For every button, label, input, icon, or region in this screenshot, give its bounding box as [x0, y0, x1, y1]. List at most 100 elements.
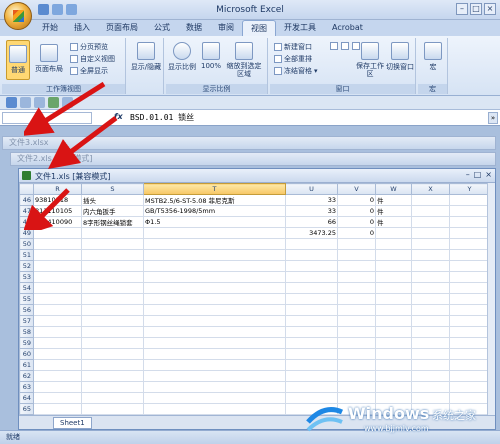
row-header[interactable]: 53: [19, 271, 34, 283]
table-cell[interactable]: [411, 337, 450, 349]
table-cell[interactable]: [411, 260, 450, 272]
table-cell[interactable]: [449, 194, 490, 206]
table-cell[interactable]: [285, 293, 338, 305]
zoom-button[interactable]: 显示比例: [166, 42, 198, 82]
table-cell[interactable]: [143, 238, 286, 250]
table-cell[interactable]: [81, 282, 144, 294]
table-cell[interactable]: [411, 348, 450, 360]
table-cell[interactable]: [375, 293, 412, 305]
table-cell[interactable]: [33, 370, 82, 382]
table-cell[interactable]: [143, 271, 286, 283]
table-cell[interactable]: [285, 282, 338, 294]
table-cell[interactable]: [337, 381, 376, 393]
table-cell[interactable]: [285, 304, 338, 316]
table-cell[interactable]: [285, 238, 338, 250]
table-cell[interactable]: [143, 293, 286, 305]
full-screen-button[interactable]: 全屏显示: [70, 66, 108, 76]
table-cell[interactable]: 0: [337, 227, 376, 239]
table-cell[interactable]: [81, 381, 144, 393]
table-cell[interactable]: [337, 271, 376, 283]
split-icon[interactable]: [330, 42, 338, 50]
save-workspace-button[interactable]: 保存工作区: [356, 42, 384, 82]
table-cell[interactable]: [411, 205, 450, 217]
table-cell[interactable]: [411, 326, 450, 338]
table-cell[interactable]: [411, 282, 450, 294]
table-cell[interactable]: 3473.25: [285, 227, 338, 239]
table-cell[interactable]: [143, 370, 286, 382]
table-cell[interactable]: [375, 260, 412, 272]
table-cell[interactable]: [337, 370, 376, 382]
table-cell[interactable]: [285, 337, 338, 349]
arrange-all-button[interactable]: 全部重排: [274, 54, 312, 64]
table-cell[interactable]: [411, 194, 450, 206]
table-cell[interactable]: [337, 293, 376, 305]
table-cell[interactable]: 件: [375, 216, 412, 228]
table-cell[interactable]: Φ1.5: [143, 216, 286, 228]
table-cell[interactable]: [375, 271, 412, 283]
table-cell[interactable]: 0: [337, 205, 376, 217]
table-cell[interactable]: [449, 227, 490, 239]
vertical-scrollbar[interactable]: [487, 183, 495, 417]
custom-views-button[interactable]: 自定义视图: [70, 54, 115, 64]
table-cell[interactable]: [33, 282, 82, 294]
table-cell[interactable]: [449, 359, 490, 371]
save-icon[interactable]: [6, 97, 17, 108]
table-cell[interactable]: [33, 392, 82, 404]
expand-formula-icon[interactable]: »: [488, 112, 498, 124]
table-cell[interactable]: [143, 403, 286, 415]
show-hide-button[interactable]: 显示/隐藏: [130, 42, 162, 82]
table-cell[interactable]: [449, 205, 490, 217]
table-cell[interactable]: [143, 304, 286, 316]
table-cell[interactable]: [285, 359, 338, 371]
table-cell[interactable]: [285, 271, 338, 283]
table-cell[interactable]: [337, 315, 376, 327]
tab-home[interactable]: 开始: [34, 20, 66, 36]
table-cell[interactable]: [337, 249, 376, 261]
table-cell[interactable]: [81, 260, 144, 272]
column-header[interactable]: T: [143, 183, 286, 195]
table-cell[interactable]: [411, 370, 450, 382]
tab-page-layout[interactable]: 页面布局: [98, 20, 146, 36]
column-header[interactable]: U: [285, 183, 338, 195]
table-cell[interactable]: [411, 227, 450, 239]
hide-icon[interactable]: [341, 42, 349, 50]
table-cell[interactable]: [449, 370, 490, 382]
table-cell[interactable]: [375, 227, 412, 239]
table-cell[interactable]: [375, 282, 412, 294]
close-icon[interactable]: ×: [484, 3, 496, 15]
table-cell[interactable]: [337, 348, 376, 360]
table-cell[interactable]: [33, 315, 82, 327]
table-cell[interactable]: [33, 348, 82, 360]
table-cell[interactable]: [81, 370, 144, 382]
table-cell[interactable]: 66: [285, 216, 338, 228]
table-cell[interactable]: [81, 403, 144, 415]
zoom-100-button[interactable]: 100%: [200, 42, 222, 82]
macros-button[interactable]: 宏: [420, 42, 446, 82]
row-header[interactable]: 60: [19, 348, 34, 360]
table-cell[interactable]: [375, 304, 412, 316]
table-cell[interactable]: [375, 370, 412, 382]
table-cell[interactable]: [285, 249, 338, 261]
row-header[interactable]: 59: [19, 337, 34, 349]
row-header[interactable]: 50: [19, 238, 34, 250]
table-cell[interactable]: [411, 249, 450, 261]
freeze-panes-button[interactable]: 冻结窗格 ▾: [274, 66, 318, 76]
row-header[interactable]: 62: [19, 370, 34, 382]
table-cell[interactable]: [33, 304, 82, 316]
close-icon[interactable]: ×: [485, 170, 492, 179]
table-cell[interactable]: [33, 326, 82, 338]
row-header[interactable]: 63: [19, 381, 34, 393]
table-cell[interactable]: [81, 238, 144, 250]
table-cell[interactable]: [143, 315, 286, 327]
table-cell[interactable]: [33, 359, 82, 371]
maximize-icon[interactable]: □: [470, 3, 482, 15]
table-cell[interactable]: [337, 304, 376, 316]
table-cell[interactable]: [285, 370, 338, 382]
table-cell[interactable]: [143, 381, 286, 393]
table-cell[interactable]: [33, 238, 82, 250]
table-cell[interactable]: [81, 304, 144, 316]
table-cell[interactable]: [449, 381, 490, 393]
table-cell[interactable]: [449, 293, 490, 305]
table-cell[interactable]: [449, 326, 490, 338]
tab-data[interactable]: 数据: [178, 20, 210, 36]
